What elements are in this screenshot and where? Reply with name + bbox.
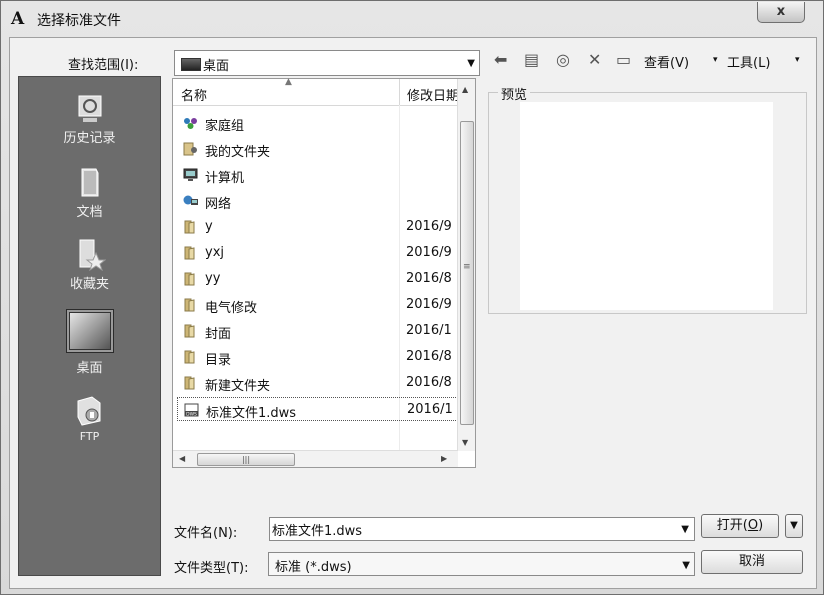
cancel-button[interactable]: 取消 xyxy=(701,550,803,574)
scroll-up-icon[interactable]: ▲ xyxy=(462,85,468,94)
new-folder-icon[interactable]: ▭ xyxy=(616,50,631,72)
documents-icon xyxy=(81,168,98,197)
place-desktop[interactable]: 桌面 xyxy=(19,309,160,376)
delete-icon[interactable]: ✕ xyxy=(588,50,601,72)
back-arrow-icon[interactable]: ⬅ xyxy=(494,50,507,72)
list-item[interactable]: yy 2016/8 xyxy=(177,267,458,291)
place-label: 历史记录 xyxy=(63,131,116,146)
network-icon xyxy=(183,195,198,205)
favorites-icon xyxy=(79,239,106,271)
ftp-icon xyxy=(77,396,100,426)
views-dropdown-arrow-icon[interactable]: ▾ xyxy=(713,55,718,65)
homegroup-icon xyxy=(184,118,197,129)
open-button[interactable]: 打开(O) xyxy=(701,514,779,538)
history-icon xyxy=(78,95,101,122)
list-item[interactable]: 网络 xyxy=(177,189,458,213)
dialog-body: 查找范围(I): 桌面 ▼ ⬅ ▤ ◎ ✕ ▭ 查看(V) ▾ 工具(L) ▾ … xyxy=(9,37,817,589)
place-favorites[interactable]: 收藏夹 xyxy=(19,237,160,292)
svg-text:DWS: DWS xyxy=(186,411,197,417)
look-in-value: 桌面 xyxy=(203,59,230,74)
window-title: 选择标准文件 xyxy=(37,13,121,29)
chevron-down-icon[interactable]: ▼ xyxy=(682,560,690,571)
list-item[interactable]: 电气修改 2016/9 xyxy=(177,293,458,317)
folder-icon xyxy=(184,246,195,260)
list-item[interactable]: 我的文件夹 xyxy=(177,137,458,161)
folder-icon xyxy=(184,376,195,390)
list-item-selected[interactable]: DWS 标准文件1.dws 2016/1 xyxy=(177,397,458,421)
title-bar[interactable]: A 选择标准文件 x xyxy=(1,1,823,37)
preview-pane xyxy=(520,102,773,310)
horizontal-scrollbar[interactable]: ◀ ||| ▶ xyxy=(173,450,458,467)
search-web-icon[interactable]: ◎ xyxy=(556,50,570,72)
up-folder-icon[interactable]: ▤ xyxy=(524,50,539,72)
places-bar: 历史记录 文档 收藏夹 桌面 FTP xyxy=(18,76,161,576)
computer-icon xyxy=(183,168,198,181)
views-menu[interactable]: 查看(V) xyxy=(644,52,689,71)
list-item[interactable]: yxj 2016/9 xyxy=(177,241,458,265)
scroll-right-icon[interactable]: ▶ xyxy=(441,454,447,463)
file-dialog-window: A 选择标准文件 x 查找范围(I): 桌面 ▼ ⬅ ▤ ◎ ✕ ▭ 查看(V)… xyxy=(0,0,824,595)
place-label: FTP xyxy=(79,430,100,443)
desktop-icon xyxy=(65,309,114,353)
place-label: 收藏夹 xyxy=(69,277,109,292)
column-header-name[interactable]: 名称 xyxy=(181,85,207,104)
scroll-left-icon[interactable]: ◀ xyxy=(179,454,185,463)
folder-icon xyxy=(184,298,195,312)
filename-input[interactable]: 标准文件1.dws xyxy=(272,520,363,539)
desktop-folder-icon xyxy=(181,58,201,71)
list-item[interactable]: 目录 2016/8 xyxy=(177,345,458,369)
list-item[interactable]: y 2016/9 xyxy=(177,215,458,239)
close-button[interactable]: x xyxy=(757,2,805,23)
folder-icon xyxy=(184,272,195,286)
place-label: 文档 xyxy=(76,205,103,220)
file-list[interactable]: ▲ 名称 修改日期 家庭组 我的文件夹 计算机 网络 y 2016/9 yxj … xyxy=(172,77,476,468)
sort-ascending-icon: ▲ xyxy=(285,77,292,87)
tools-menu[interactable]: 工具(L) xyxy=(727,52,770,71)
scroll-down-icon[interactable]: ▼ xyxy=(462,438,468,447)
open-options-button[interactable]: ▼ xyxy=(785,514,803,538)
folder-icon xyxy=(184,220,195,234)
list-header: ▲ 名称 修改日期 xyxy=(173,77,458,106)
list-item[interactable]: 家庭组 xyxy=(177,111,458,135)
look-in-label: 查找范围(I): xyxy=(68,58,139,73)
close-icon: x xyxy=(776,4,786,19)
grip-icon: ≡ xyxy=(463,262,471,272)
vertical-scroll-thumb[interactable]: ≡ xyxy=(460,121,474,425)
list-item[interactable]: 封面 2016/1 xyxy=(177,319,458,343)
user-folder-icon xyxy=(183,142,197,156)
autocad-app-icon: A xyxy=(11,9,25,29)
preview-label: 预览 xyxy=(498,84,531,103)
place-label: 桌面 xyxy=(76,361,103,376)
place-history[interactable]: 历史记录 xyxy=(19,91,160,146)
horizontal-scroll-thumb[interactable]: ||| xyxy=(197,453,295,466)
list-item[interactable]: 新建文件夹 2016/8 xyxy=(177,371,458,395)
filetype-label: 文件类型(T): xyxy=(174,561,249,576)
folder-icon xyxy=(184,350,195,364)
folder-icon xyxy=(184,324,195,338)
chevron-down-icon[interactable]: ▼ xyxy=(681,524,689,535)
place-documents[interactable]: 文档 xyxy=(19,165,160,220)
column-header-date[interactable]: 修改日期 xyxy=(399,79,458,105)
look-in-combo[interactable]: 桌面 ▼ xyxy=(174,50,480,76)
filetype-combo[interactable]: 标准 (*.dws) ▼ xyxy=(268,552,695,576)
place-ftp[interactable]: FTP xyxy=(19,393,160,444)
dws-file-icon: DWS xyxy=(184,403,199,417)
chevron-down-icon: ▼ xyxy=(790,520,798,531)
chevron-down-icon[interactable]: ▼ xyxy=(467,58,475,69)
filetype-value: 标准 (*.dws) xyxy=(275,560,352,575)
vertical-scrollbar[interactable]: ▲ ≡ ▼ xyxy=(457,79,475,451)
tools-dropdown-arrow-icon[interactable]: ▾ xyxy=(795,55,800,65)
list-item[interactable]: 计算机 xyxy=(177,163,458,187)
filename-combo[interactable]: 标准文件1.dws ▼ xyxy=(174,516,695,541)
